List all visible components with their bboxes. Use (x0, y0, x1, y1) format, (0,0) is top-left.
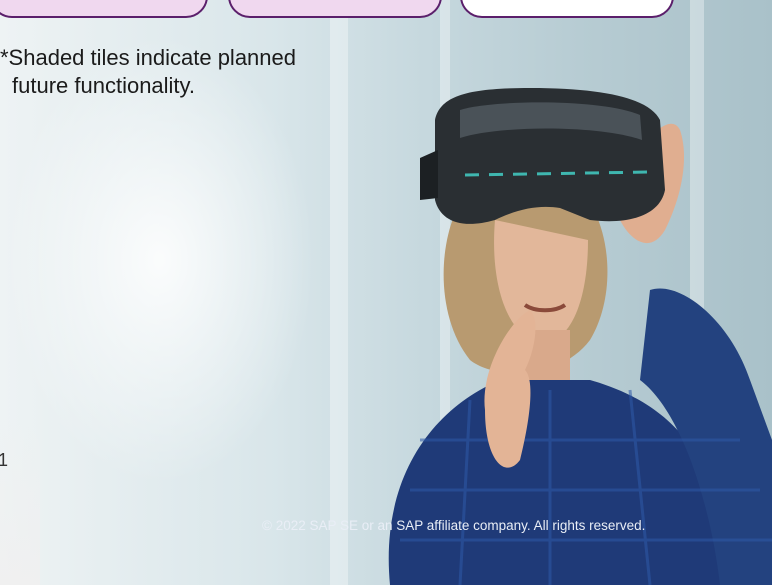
tile-3 (460, 0, 674, 18)
blurred-object (0, 420, 40, 585)
tile-1 (0, 0, 208, 18)
cropped-text-fragment: 1 (0, 450, 9, 470)
footnote-line-1: *Shaded tiles indicate planned (0, 45, 297, 70)
person-with-vr-headset (388, 88, 772, 585)
vr-headset (420, 88, 665, 224)
copyright-notice: © 2022 SAP SE or an SAP affiliate compan… (262, 518, 646, 533)
tile-2 (228, 0, 442, 18)
